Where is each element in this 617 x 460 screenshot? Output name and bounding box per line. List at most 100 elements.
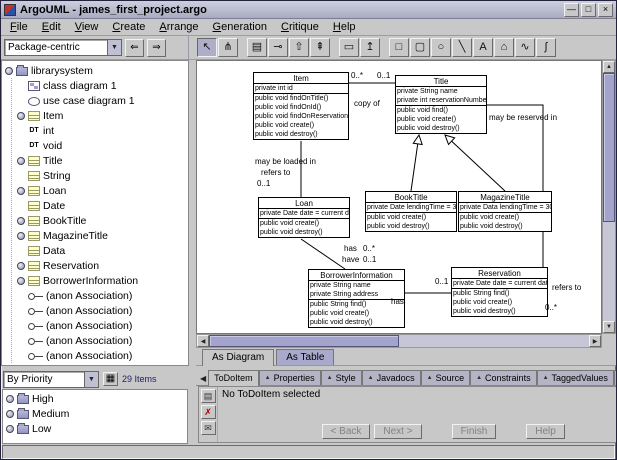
tree-item-magazinetitle[interactable]: MagazineTitle xyxy=(15,228,187,243)
expander-icon[interactable] xyxy=(17,217,25,225)
chevron-down-icon[interactable]: ▼ xyxy=(84,372,98,387)
todo-perspective-combo[interactable]: By Priority ▼ xyxy=(3,371,99,388)
help-button[interactable]: Help xyxy=(526,424,565,439)
magazinetitle-title-edge[interactable] xyxy=(452,141,505,191)
scroll-up-icon[interactable]: ▲ xyxy=(603,61,615,73)
tree-item-void[interactable]: DTvoid xyxy=(15,138,187,153)
tab-as-table[interactable]: As Table xyxy=(276,349,334,365)
nav-forward-button[interactable]: ⇒ xyxy=(147,39,166,57)
todo-priority-medium[interactable]: Medium xyxy=(4,406,186,421)
chevron-down-icon[interactable]: ▼ xyxy=(107,40,121,55)
vertical-scroll-thumb[interactable] xyxy=(603,73,615,222)
edge-label[interactable]: refers to xyxy=(261,168,290,177)
expander-icon[interactable] xyxy=(6,395,14,403)
tab-constraints[interactable]: ▲Constraints xyxy=(470,370,536,385)
resolve-icon[interactable]: ✗ xyxy=(201,405,216,419)
edge-label[interactable]: may be reserved in xyxy=(489,113,557,122)
todo-priority-high[interactable]: High xyxy=(4,391,186,406)
rectangle-tool[interactable]: □ xyxy=(389,38,409,57)
tree-item-anon-association[interactable]: (anon Association) xyxy=(15,303,187,318)
realization-tool[interactable]: ⇞ xyxy=(310,38,330,57)
package-tool[interactable]: ▭ xyxy=(339,38,359,57)
finish-button[interactable]: Finish xyxy=(452,424,497,439)
vertical-scroll-track[interactable] xyxy=(603,73,615,321)
tab-properties[interactable]: ▲Properties xyxy=(259,370,321,385)
menu-file[interactable]: File xyxy=(3,20,35,34)
class-magazinetitle[interactable]: MagazineTitleprivate Data lendingTime = … xyxy=(458,191,552,232)
vertical-splitter-lower[interactable] xyxy=(189,369,196,445)
tab-todoitem[interactable]: ToDoItem xyxy=(208,370,259,386)
polygon-tool[interactable]: ⌂ xyxy=(494,38,514,57)
ink-tool[interactable]: ∫ xyxy=(536,38,556,57)
menu-arrange[interactable]: Arrange xyxy=(152,20,205,34)
minimize-button[interactable]: — xyxy=(564,3,579,17)
collapse-pane-icon[interactable]: ◀ xyxy=(198,374,208,385)
vertical-splitter[interactable] xyxy=(189,60,196,366)
expander-icon[interactable] xyxy=(17,187,25,195)
tree-item-anon-association[interactable]: (anon Association) xyxy=(15,288,187,303)
menu-critique[interactable]: Critique xyxy=(274,20,326,34)
edge-label[interactable]: have xyxy=(342,255,359,264)
menu-generation[interactable]: Generation xyxy=(206,20,274,34)
scroll-down-icon[interactable]: ▼ xyxy=(603,321,615,333)
edge-label[interactable]: may be loaded in xyxy=(255,157,316,166)
edge-label[interactable]: has xyxy=(391,297,404,306)
broom-tool[interactable]: ⋔ xyxy=(218,38,238,57)
tree-item-anon-association[interactable]: (anon Association) xyxy=(15,333,187,348)
tab-source[interactable]: ▲Source xyxy=(421,370,470,385)
class-loan[interactable]: Loanprivate Date date = current datepubl… xyxy=(258,197,350,238)
association-tool[interactable]: ⊸ xyxy=(268,38,288,57)
scroll-right-icon[interactable]: ▶ xyxy=(589,335,601,347)
new-todo-icon[interactable]: ▤ xyxy=(201,389,216,403)
tree-item-date[interactable]: Date xyxy=(15,198,187,213)
expander-icon[interactable] xyxy=(6,425,14,433)
tree-item-item[interactable]: Item xyxy=(15,108,187,123)
todo-priority-low[interactable]: Low xyxy=(4,421,186,436)
edge-label[interactable]: has xyxy=(344,244,357,253)
class-item[interactable]: Itemprivate int idpublic void findOnTitl… xyxy=(253,72,349,140)
close-button[interactable]: × xyxy=(598,3,613,17)
tree-item-data[interactable]: Data xyxy=(15,243,187,258)
line-tool[interactable]: ╲ xyxy=(452,38,472,57)
canvas-horizontal-scrollbar[interactable]: ◀ ▶ xyxy=(196,334,602,348)
edge-label[interactable]: copy of xyxy=(354,99,380,108)
canvas-vertical-scrollbar[interactable]: ▲ ▼ xyxy=(602,60,616,334)
edge-label[interactable]: refers to xyxy=(552,283,581,292)
diagram-canvas[interactable]: Itemprivate int idpublic void findOnTitl… xyxy=(196,60,602,334)
circle-tool[interactable]: ○ xyxy=(431,38,451,57)
horizontal-scroll-track[interactable] xyxy=(209,335,589,347)
tab-style[interactable]: ▲Style xyxy=(321,370,362,385)
class-booktitle[interactable]: BookTitleprivate Date lendingTime = 30pu… xyxy=(365,191,457,232)
expander-icon[interactable] xyxy=(17,277,25,285)
generalization-tool[interactable]: ⇧ xyxy=(289,38,309,57)
tree-item-booktitle[interactable]: BookTitle xyxy=(15,213,187,228)
edge-label[interactable]: 0..1 xyxy=(377,71,390,80)
menu-view[interactable]: View xyxy=(68,20,106,34)
tree-item-reservation[interactable]: Reservation xyxy=(15,258,187,273)
expander-icon[interactable] xyxy=(17,157,25,165)
class-title[interactable]: Titleprivate String nameprivate int rese… xyxy=(395,75,487,134)
edge-label[interactable]: 0..1 xyxy=(363,255,376,264)
loan-borrowerinformation-edge[interactable] xyxy=(301,239,345,269)
edge-label[interactable]: 0..* xyxy=(545,303,557,312)
scroll-left-icon[interactable]: ◀ xyxy=(197,335,209,347)
back-button[interactable]: < Back xyxy=(322,424,371,439)
edge-label[interactable]: 0..1 xyxy=(257,179,270,188)
tree-item-anon-association[interactable]: (anon Association) xyxy=(15,348,187,363)
edge-label[interactable]: 0..* xyxy=(363,244,375,253)
menu-help[interactable]: Help xyxy=(326,20,363,34)
tab-javadocs[interactable]: ▲Javadocs xyxy=(362,370,421,385)
tree-item-loan[interactable]: Loan xyxy=(15,183,187,198)
next-button[interactable]: Next > xyxy=(374,424,421,439)
menu-edit[interactable]: Edit xyxy=(35,20,68,34)
tree-item-int[interactable]: DTint xyxy=(15,123,187,138)
maximize-button[interactable]: □ xyxy=(581,3,596,17)
tree-item-use-case-diagram-1[interactable]: use case diagram 1 xyxy=(15,93,187,108)
title-bar[interactable]: ArgoUML - james_first_project.argo — □ × xyxy=(1,1,616,19)
title-reservation-edge[interactable] xyxy=(487,105,548,273)
expander-icon[interactable] xyxy=(5,67,13,75)
class-reservation[interactable]: Reservationprivate Date date = current d… xyxy=(451,267,548,317)
expander-icon[interactable] xyxy=(17,232,25,240)
dependency-tool[interactable]: ↥ xyxy=(360,38,380,57)
rounded-rectangle-tool[interactable]: ▢ xyxy=(410,38,430,57)
